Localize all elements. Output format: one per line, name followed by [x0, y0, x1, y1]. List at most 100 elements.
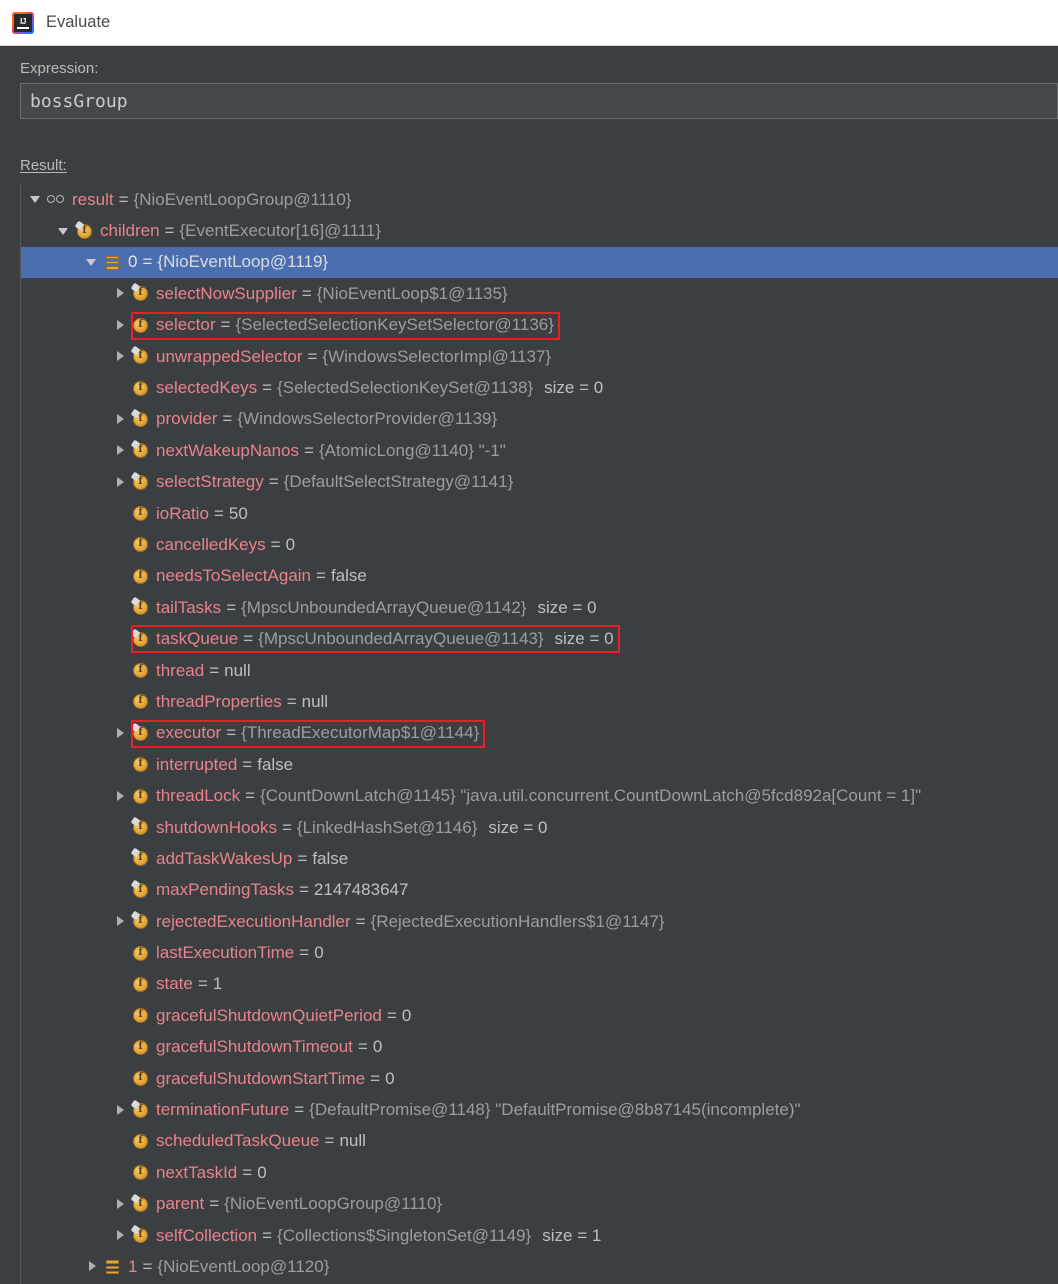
tree-row[interactable]: f maxPendingTasks = 2147483647: [21, 875, 1058, 906]
tree-row[interactable]: f interrupted = false: [21, 749, 1058, 780]
chevron-right-icon[interactable]: [113, 286, 128, 301]
tree-row-value: 0: [385, 1068, 395, 1088]
expression-input[interactable]: bossGroup: [20, 83, 1058, 119]
tree-row-value: {WindowsSelectorProvider@1139}: [237, 409, 498, 429]
tree-row-value: {WindowsSelectorImpl@1137}: [322, 346, 552, 366]
tree-row-equals: =: [142, 252, 153, 272]
tree-row-name: executor: [156, 723, 222, 743]
field-private-icon: f: [131, 284, 150, 303]
tree-row[interactable]: f unwrappedSelector = {WindowsSelectorImpl@…: [21, 341, 1058, 372]
tree-row-name: shutdownHooks: [156, 817, 277, 837]
tree-row-name: lastExecutionTime: [156, 943, 295, 963]
field-private-icon: f: [131, 473, 150, 492]
chevron-right-icon[interactable]: [113, 789, 128, 804]
field-private-icon: f: [131, 881, 150, 900]
result-tree[interactable]: result = {NioEventLoopGroup@1110} f children…: [20, 184, 1058, 1284]
field-private-icon: f: [131, 347, 150, 366]
tree-row[interactable]: f nextWakeupNanos = {AtomicLong@1140} "-1": [21, 435, 1058, 466]
tree-row-value: {DefaultPromise@1148} "DefaultPromise@8b…: [309, 1100, 801, 1120]
tree-row-equals: =: [262, 378, 273, 398]
tree-row-value: 0: [401, 1005, 412, 1025]
chevron-right-icon[interactable]: [113, 1228, 128, 1243]
tree-row-name: selectedKeys: [156, 378, 258, 398]
field-icon: f: [131, 1069, 150, 1088]
tree-row[interactable]: 0 = {NioEventLoop@1119}: [21, 246, 1058, 279]
tree-row[interactable]: f cancelledKeys = 0: [21, 529, 1058, 560]
tree-row[interactable]: f selectedKeys = {SelectedSelectionKeySet@1…: [21, 372, 1058, 403]
tree-row-equals: =: [197, 974, 208, 994]
tree-row-value: 50: [228, 503, 248, 523]
tree-row-name: selectStrategy: [156, 472, 264, 492]
tree-row[interactable]: f rejectedExecutionHandler = {RejectedExecu…: [21, 906, 1058, 937]
tree-row-name: state: [156, 974, 193, 994]
chevron-down-icon[interactable]: [57, 224, 72, 239]
tree-row[interactable]: f executor = {ThreadExecutorMap$1@1144}: [21, 718, 1058, 749]
tree-row[interactable]: result = {NioEventLoopGroup@1110}: [21, 184, 1058, 215]
tree-row[interactable]: f threadProperties = null: [21, 686, 1058, 717]
field-icon: f: [131, 567, 150, 586]
tree-row[interactable]: f parent = {NioEventLoopGroup@1110}: [21, 1189, 1058, 1220]
tree-row[interactable]: f terminationFuture = {DefaultPromise@1148}…: [21, 1094, 1058, 1125]
tree-row[interactable]: f nextTaskId = 0: [21, 1157, 1058, 1188]
chevron-right-icon[interactable]: [113, 914, 128, 929]
tree-row-equals: =: [242, 1162, 253, 1182]
tree-row-size: size = 0: [544, 378, 604, 398]
tree-row-equals: =: [386, 1005, 397, 1025]
chevron-right-icon[interactable]: [113, 349, 128, 364]
tree-row-value: false: [312, 848, 349, 868]
chevron-right-icon[interactable]: [113, 475, 128, 490]
tree-row[interactable]: f selfCollection = {Collections$SingletonSe…: [21, 1220, 1058, 1251]
chevron-down-icon[interactable]: [29, 192, 44, 207]
tree-row-equals: =: [213, 503, 224, 523]
tree-row[interactable]: f gracefulShutdownQuietPeriod = 0: [21, 1000, 1058, 1031]
tree-row[interactable]: f gracefulShutdownStartTime = 0: [21, 1063, 1058, 1094]
tree-row[interactable]: f addTaskWakesUp = false: [21, 843, 1058, 874]
tree-row-value: {RejectedExecutionHandlers$1@1147}: [370, 911, 665, 931]
tree-row[interactable]: f ioRatio = 50: [21, 498, 1058, 529]
tree-row-name: parent: [156, 1194, 205, 1214]
tree-row-equals: =: [220, 315, 231, 335]
tree-row[interactable]: f threadLock = {CountDownLatch@1145} "java.…: [21, 780, 1058, 811]
field-icon: f: [131, 316, 150, 335]
tree-row-name: children: [100, 221, 160, 241]
tree-row[interactable]: f selector = {SelectedSelectionKeySetSelect…: [21, 310, 1058, 341]
watch-icon: [47, 190, 66, 209]
field-icon: f: [131, 1132, 150, 1151]
tree-row-value: {DefaultSelectStrategy@1141}: [283, 472, 514, 492]
tree-row-value: {Collections$SingletonSet@1149}: [277, 1225, 532, 1245]
tree-row[interactable]: f thread = null: [21, 655, 1058, 686]
field-private-icon: f: [131, 1226, 150, 1245]
tree-row-value: {NioEventLoopGroup@1110}: [133, 189, 352, 209]
tree-row[interactable]: f selectStrategy = {DefaultSelectStrategy@1…: [21, 467, 1058, 498]
tree-row-equals: =: [357, 1037, 368, 1057]
chevron-down-icon[interactable]: [85, 255, 100, 270]
tree-row-name: gracefulShutdownStartTime: [156, 1068, 366, 1088]
tree-row[interactable]: f shutdownHooks = {LinkedHashSet@1146} size …: [21, 812, 1058, 843]
tree-row-name: thread: [156, 660, 205, 680]
chevron-right-icon[interactable]: [113, 1103, 128, 1118]
chevron-right-icon[interactable]: [113, 1197, 128, 1212]
tree-row[interactable]: f tailTasks = {MpscUnboundedArrayQueue@1142…: [21, 592, 1058, 623]
tree-row[interactable]: f children = {EventExecutor[16]@1111}: [21, 215, 1058, 246]
chevron-right-icon[interactable]: [113, 318, 128, 333]
tree-row[interactable]: f taskQueue = {MpscUnboundedArrayQueue@1143…: [21, 623, 1058, 654]
tree-row[interactable]: f gracefulShutdownTimeout = 0: [21, 1032, 1058, 1063]
tree-row[interactable]: f needsToSelectAgain = false: [21, 561, 1058, 592]
tree-row[interactable]: f selectNowSupplier = {NioEventLoop$1@1135}: [21, 278, 1058, 309]
chevron-right-icon[interactable]: [113, 726, 128, 741]
tree-row[interactable]: f state = 1: [21, 969, 1058, 1000]
tree-row-equals: =: [355, 911, 366, 931]
field-icon: f: [131, 692, 150, 711]
chevron-right-icon[interactable]: [113, 443, 128, 458]
chevron-right-icon[interactable]: [85, 1259, 100, 1274]
tree-row[interactable]: f lastExecutionTime = 0: [21, 937, 1058, 968]
tree-row[interactable]: f provider = {WindowsSelectorProvider@1139}: [21, 404, 1058, 435]
tree-row[interactable]: 1 = {NioEventLoop@1120}: [21, 1251, 1058, 1282]
chevron-right-icon[interactable]: [113, 412, 128, 427]
tree-row-name: addTaskWakesUp: [156, 848, 293, 868]
tree-row[interactable]: f scheduledTaskQueue = null: [21, 1126, 1058, 1157]
tree-row-name: gracefulShutdownTimeout: [156, 1037, 353, 1057]
